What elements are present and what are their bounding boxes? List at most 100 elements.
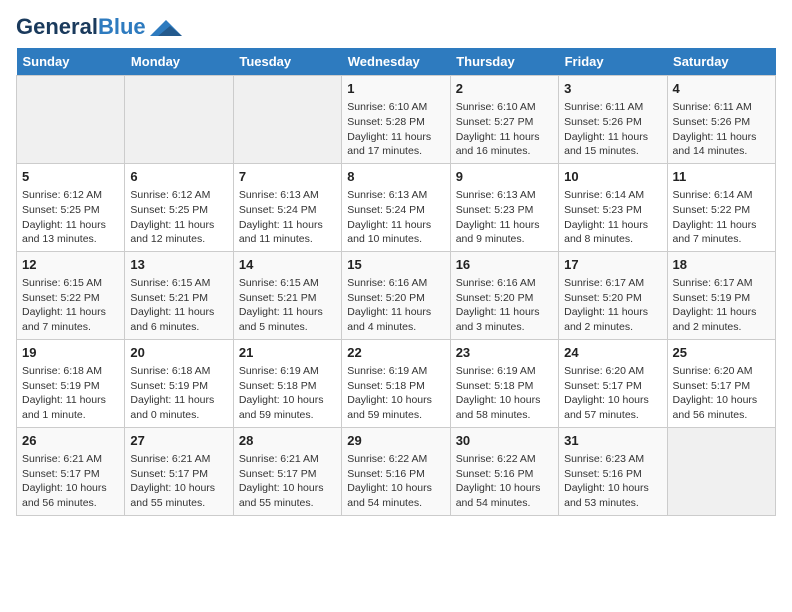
calendar-day-cell: 14 Sunrise: 6:15 AMSunset: 5:21 PMDayligh… [233, 251, 341, 339]
calendar-week-row: 1 Sunrise: 6:10 AMSunset: 5:28 PMDaylight… [17, 76, 776, 164]
logo: GeneralBlue [16, 16, 182, 38]
calendar-week-row: 5Sunrise: 6:12 AMSunset: 5:25 PMDaylight… [17, 163, 776, 251]
header-sunday: Sunday [17, 48, 125, 76]
day-number: 23 [456, 344, 553, 362]
calendar-day-cell: 29 Sunrise: 6:22 AMSunset: 5:16 PMDayligh… [342, 427, 450, 515]
day-number: 20 [130, 344, 227, 362]
day-info: Sunrise: 6:20 AMSunset: 5:17 PMDaylight:… [564, 364, 661, 423]
calendar-day-cell: 31 Sunrise: 6:23 AMSunset: 5:16 PMDayligh… [559, 427, 667, 515]
calendar-day-cell: 4 Sunrise: 6:11 AMSunset: 5:26 PMDaylight… [667, 76, 775, 164]
day-number: 13 [130, 256, 227, 274]
calendar-day-cell: 23 Sunrise: 6:19 AMSunset: 5:18 PMDayligh… [450, 339, 558, 427]
day-number: 14 [239, 256, 336, 274]
day-number: 16 [456, 256, 553, 274]
day-number: 28 [239, 432, 336, 450]
calendar-day-cell: 26 Sunrise: 6:21 AMSunset: 5:17 PMDayligh… [17, 427, 125, 515]
calendar-day-cell: 20 Sunrise: 6:18 AMSunset: 5:19 PMDayligh… [125, 339, 233, 427]
day-info: Sunrise: 6:11 AMSunset: 5:26 PMDaylight:… [564, 100, 661, 159]
day-info: Sunrise: 6:19 AMSunset: 5:18 PMDaylight:… [239, 364, 336, 423]
day-info: Sunrise: 6:11 AMSunset: 5:26 PMDaylight:… [673, 100, 770, 159]
header-wednesday: Wednesday [342, 48, 450, 76]
calendar-day-cell: 30 Sunrise: 6:22 AMSunset: 5:16 PMDayligh… [450, 427, 558, 515]
calendar-day-cell: 16 Sunrise: 6:16 AMSunset: 5:20 PMDayligh… [450, 251, 558, 339]
day-number: 7 [239, 168, 336, 186]
calendar-day-cell: 21 Sunrise: 6:19 AMSunset: 5:18 PMDayligh… [233, 339, 341, 427]
day-info: Sunrise: 6:14 AMSunset: 5:23 PMDaylight:… [564, 188, 661, 247]
header-saturday: Saturday [667, 48, 775, 76]
day-number: 25 [673, 344, 770, 362]
day-number: 26 [22, 432, 119, 450]
day-info: Sunrise: 6:15 AMSunset: 5:22 PMDaylight:… [22, 276, 119, 335]
calendar-day-cell: 9 Sunrise: 6:13 AMSunset: 5:23 PMDaylight… [450, 163, 558, 251]
day-info: Sunrise: 6:10 AMSunset: 5:27 PMDaylight:… [456, 100, 553, 159]
day-info: Sunrise: 6:12 AMSunset: 5:25 PMDaylight:… [22, 188, 119, 247]
day-info: Sunrise: 6:16 AMSunset: 5:20 PMDaylight:… [347, 276, 444, 335]
day-number: 18 [673, 256, 770, 274]
day-info: Sunrise: 6:21 AMSunset: 5:17 PMDaylight:… [130, 452, 227, 511]
day-info: Sunrise: 6:23 AMSunset: 5:16 PMDaylight:… [564, 452, 661, 511]
day-number: 3 [564, 80, 661, 98]
day-number: 24 [564, 344, 661, 362]
calendar-day-cell: 2 Sunrise: 6:10 AMSunset: 5:27 PMDaylight… [450, 76, 558, 164]
calendar-day-cell: 28 Sunrise: 6:21 AMSunset: 5:17 PMDayligh… [233, 427, 341, 515]
day-number: 8 [347, 168, 444, 186]
calendar-week-row: 26 Sunrise: 6:21 AMSunset: 5:17 PMDayligh… [17, 427, 776, 515]
calendar-day-cell: 13Sunrise: 6:15 AMSunset: 5:21 PMDayligh… [125, 251, 233, 339]
calendar-day-cell: 27Sunrise: 6:21 AMSunset: 5:17 PMDayligh… [125, 427, 233, 515]
day-info: Sunrise: 6:16 AMSunset: 5:20 PMDaylight:… [456, 276, 553, 335]
page-header: GeneralBlue [16, 16, 776, 38]
day-number: 15 [347, 256, 444, 274]
header-friday: Friday [559, 48, 667, 76]
calendar-day-cell: 3 Sunrise: 6:11 AMSunset: 5:26 PMDaylight… [559, 76, 667, 164]
day-info: Sunrise: 6:19 AMSunset: 5:18 PMDaylight:… [456, 364, 553, 423]
empty-day-cell [125, 76, 233, 164]
day-number: 21 [239, 344, 336, 362]
calendar-week-row: 19Sunrise: 6:18 AMSunset: 5:19 PMDayligh… [17, 339, 776, 427]
day-number: 30 [456, 432, 553, 450]
day-info: Sunrise: 6:21 AMSunset: 5:17 PMDaylight:… [22, 452, 119, 511]
day-number: 4 [673, 80, 770, 98]
day-info: Sunrise: 6:17 AMSunset: 5:19 PMDaylight:… [673, 276, 770, 335]
logo-icon [150, 18, 182, 38]
day-info: Sunrise: 6:15 AMSunset: 5:21 PMDaylight:… [239, 276, 336, 335]
day-info: Sunrise: 6:13 AMSunset: 5:24 PMDaylight:… [239, 188, 336, 247]
calendar-day-cell: 8Sunrise: 6:13 AMSunset: 5:24 PMDaylight… [342, 163, 450, 251]
day-info: Sunrise: 6:14 AMSunset: 5:22 PMDaylight:… [673, 188, 770, 247]
calendar-table: SundayMondayTuesdayWednesdayThursdayFrid… [16, 48, 776, 516]
logo-text: GeneralBlue [16, 16, 146, 38]
calendar-day-cell: 10 Sunrise: 6:14 AMSunset: 5:23 PMDayligh… [559, 163, 667, 251]
calendar-day-cell: 5Sunrise: 6:12 AMSunset: 5:25 PMDaylight… [17, 163, 125, 251]
calendar-header-row: SundayMondayTuesdayWednesdayThursdayFrid… [17, 48, 776, 76]
day-info: Sunrise: 6:22 AMSunset: 5:16 PMDaylight:… [347, 452, 444, 511]
header-monday: Monday [125, 48, 233, 76]
day-number: 10 [564, 168, 661, 186]
calendar-day-cell: 18 Sunrise: 6:17 AMSunset: 5:19 PMDayligh… [667, 251, 775, 339]
calendar-day-cell: 22 Sunrise: 6:19 AMSunset: 5:18 PMDayligh… [342, 339, 450, 427]
header-tuesday: Tuesday [233, 48, 341, 76]
calendar-day-cell: 24 Sunrise: 6:20 AMSunset: 5:17 PMDayligh… [559, 339, 667, 427]
calendar-day-cell: 6Sunrise: 6:12 AMSunset: 5:25 PMDaylight… [125, 163, 233, 251]
calendar-day-cell: 1 Sunrise: 6:10 AMSunset: 5:28 PMDaylight… [342, 76, 450, 164]
empty-day-cell [667, 427, 775, 515]
day-number: 31 [564, 432, 661, 450]
day-info: Sunrise: 6:18 AMSunset: 5:19 PMDaylight:… [22, 364, 119, 423]
day-number: 2 [456, 80, 553, 98]
day-number: 29 [347, 432, 444, 450]
day-number: 9 [456, 168, 553, 186]
day-info: Sunrise: 6:20 AMSunset: 5:17 PMDaylight:… [673, 364, 770, 423]
day-info: Sunrise: 6:18 AMSunset: 5:19 PMDaylight:… [130, 364, 227, 423]
day-info: Sunrise: 6:19 AMSunset: 5:18 PMDaylight:… [347, 364, 444, 423]
day-info: Sunrise: 6:10 AMSunset: 5:28 PMDaylight:… [347, 100, 444, 159]
calendar-day-cell: 17Sunrise: 6:17 AMSunset: 5:20 PMDayligh… [559, 251, 667, 339]
calendar-week-row: 12Sunrise: 6:15 AMSunset: 5:22 PMDayligh… [17, 251, 776, 339]
day-info: Sunrise: 6:13 AMSunset: 5:23 PMDaylight:… [456, 188, 553, 247]
day-info: Sunrise: 6:21 AMSunset: 5:17 PMDaylight:… [239, 452, 336, 511]
calendar-day-cell: 19Sunrise: 6:18 AMSunset: 5:19 PMDayligh… [17, 339, 125, 427]
day-number: 22 [347, 344, 444, 362]
calendar-day-cell: 11 Sunrise: 6:14 AMSunset: 5:22 PMDayligh… [667, 163, 775, 251]
day-info: Sunrise: 6:22 AMSunset: 5:16 PMDaylight:… [456, 452, 553, 511]
day-info: Sunrise: 6:17 AMSunset: 5:20 PMDaylight:… [564, 276, 661, 335]
day-number: 11 [673, 168, 770, 186]
calendar-day-cell: 12Sunrise: 6:15 AMSunset: 5:22 PMDayligh… [17, 251, 125, 339]
day-number: 1 [347, 80, 444, 98]
